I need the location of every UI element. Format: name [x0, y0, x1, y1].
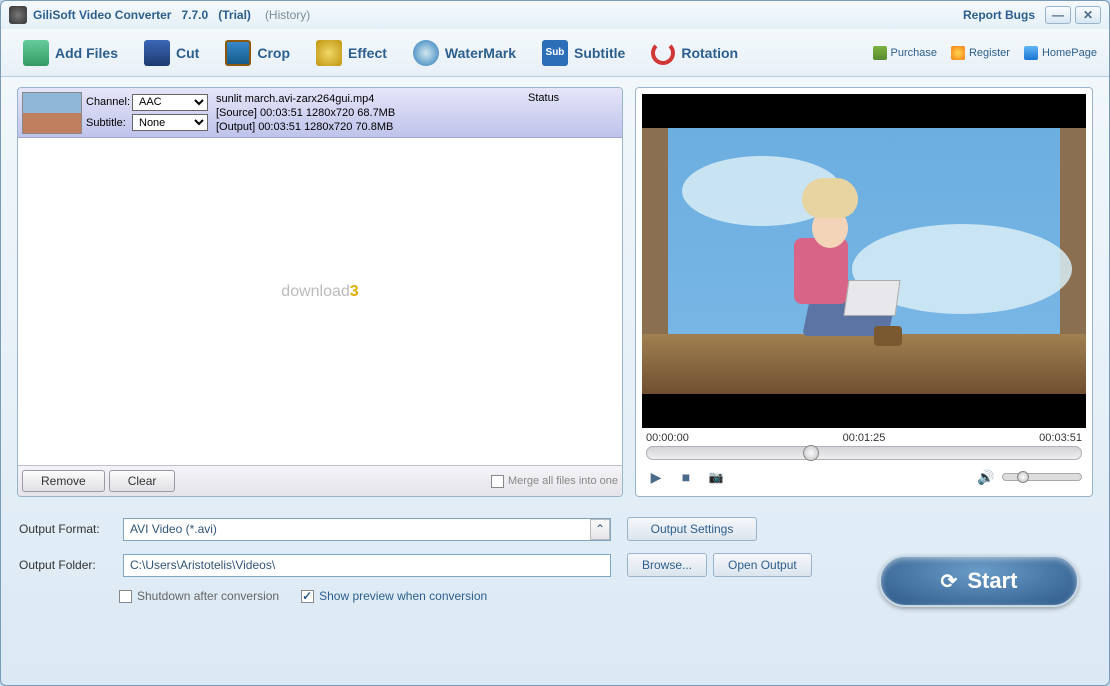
add-files-label: Add Files — [55, 45, 118, 61]
play-button[interactable]: ▶ — [646, 468, 666, 486]
rotation-label: Rotation — [681, 45, 738, 61]
effect-label: Effect — [348, 45, 387, 61]
output-format-value: AVI Video (*.avi) — [130, 522, 217, 536]
refresh-icon: ⟳ — [941, 569, 958, 594]
subtitle-label: Subtitle — [574, 45, 625, 61]
register-label: Register — [969, 47, 1010, 59]
main-area: Channel: AAC Subtitle: None sunlit march… — [1, 77, 1109, 501]
start-button[interactable]: ⟳ Start — [879, 555, 1079, 607]
channel-select[interactable]: AAC — [132, 94, 208, 111]
merge-files-checkbox[interactable]: Merge all files into one — [491, 475, 618, 488]
effect-button[interactable]: Effect — [306, 36, 397, 70]
seek-slider[interactable] — [646, 446, 1082, 460]
file-list-panel: Channel: AAC Subtitle: None sunlit march… — [17, 87, 623, 497]
add-files-button[interactable]: Add Files — [13, 36, 128, 70]
show-preview-checkbox[interactable]: Show preview when conversion — [301, 589, 487, 603]
window-controls: — ✕ — [1045, 6, 1101, 24]
subtitle-button[interactable]: Sub Subtitle — [532, 36, 635, 70]
purchase-label: Purchase — [891, 47, 937, 59]
remove-button[interactable]: Remove — [22, 470, 105, 492]
subtitle-label: Subtitle: — [86, 117, 130, 129]
app-title-text: GiliSoft Video Converter — [33, 8, 171, 22]
app-title: GiliSoft Video Converter 7.7.0 (Trial) (… — [33, 8, 310, 22]
player-controls: ▶ ■ 📷 🔊 — [642, 466, 1086, 490]
rotation-icon — [651, 41, 675, 65]
time-current: 00:01:25 — [843, 432, 886, 444]
crop-button[interactable]: Crop — [215, 36, 300, 70]
watermark-icon — [413, 40, 439, 66]
toolbar: Add Files Cut Crop Effect WaterMark Sub … — [1, 29, 1109, 77]
time-start: 00:00:00 — [646, 432, 689, 444]
status-header: Status — [528, 92, 618, 133]
cut-label: Cut — [176, 45, 199, 61]
file-output-info: [Output] 00:03:51 1280x720 70.8MB — [216, 120, 524, 134]
watermark-button[interactable]: WaterMark — [403, 36, 526, 70]
close-button[interactable]: ✕ — [1075, 6, 1101, 24]
home-icon — [1024, 46, 1038, 60]
homepage-label: HomePage — [1042, 47, 1097, 59]
file-options: Channel: AAC Subtitle: None — [82, 92, 212, 133]
add-files-icon — [23, 40, 49, 66]
output-folder-field[interactable]: C:\Users\Aristotelis\Videos\ — [123, 554, 611, 577]
merge-label: Merge all files into one — [508, 475, 618, 487]
rotation-button[interactable]: Rotation — [641, 37, 748, 69]
report-bugs-link[interactable]: Report Bugs — [963, 8, 1035, 22]
start-label: Start — [967, 568, 1017, 594]
volume-knob[interactable] — [1017, 471, 1029, 483]
crop-icon — [225, 40, 251, 66]
seek-knob[interactable] — [803, 445, 819, 461]
file-row[interactable]: Channel: AAC Subtitle: None sunlit march… — [18, 88, 622, 138]
app-window: GiliSoft Video Converter 7.7.0 (Trial) (… — [0, 0, 1110, 686]
checkbox-icon — [491, 475, 504, 488]
file-thumbnail — [22, 92, 82, 134]
cut-icon — [144, 40, 170, 66]
crop-label: Crop — [257, 45, 290, 61]
file-source-info: [Source] 00:03:51 1280x720 68.7MB — [216, 106, 524, 120]
open-output-button[interactable]: Open Output — [713, 553, 812, 577]
time-end: 00:03:51 — [1039, 432, 1082, 444]
file-name: sunlit march.avi-zarx264gui.mp4 — [216, 92, 524, 106]
subtitle-select[interactable]: None — [132, 114, 208, 131]
effect-icon — [316, 40, 342, 66]
video-preview[interactable] — [642, 94, 1086, 428]
app-trial: (Trial) — [218, 8, 251, 22]
toolbar-links: Purchase Register HomePage — [873, 46, 1098, 60]
app-icon — [9, 6, 27, 24]
file-info: sunlit march.avi-zarx264gui.mp4 [Source]… — [212, 92, 528, 133]
app-version: 7.7.0 — [182, 8, 209, 22]
output-folder-label: Output Folder: — [19, 558, 115, 572]
purchase-link[interactable]: Purchase — [873, 46, 937, 60]
output-folder-value: C:\Users\Aristotelis\Videos\ — [130, 558, 275, 572]
homepage-link[interactable]: HomePage — [1024, 46, 1097, 60]
output-settings-button[interactable]: Output Settings — [627, 517, 757, 541]
channel-label: Channel: — [86, 96, 130, 108]
output-format-dropdown[interactable]: AVI Video (*.avi) ⌃ — [123, 518, 611, 541]
browse-button[interactable]: Browse... — [627, 553, 707, 577]
snapshot-button[interactable]: 📷 — [706, 468, 726, 486]
chevron-up-icon: ⌃ — [590, 519, 610, 540]
volume-icon[interactable]: 🔊 — [976, 468, 996, 486]
file-panel-footer: Remove Clear Merge all files into one — [18, 465, 622, 496]
register-link[interactable]: Register — [951, 46, 1010, 60]
download3-watermark: download3 — [281, 283, 358, 301]
clear-button[interactable]: Clear — [109, 470, 176, 492]
watermark-label: WaterMark — [445, 45, 516, 61]
output-format-label: Output Format: — [19, 522, 115, 536]
purchase-icon — [873, 46, 887, 60]
cut-button[interactable]: Cut — [134, 36, 209, 70]
show-preview-label: Show preview when conversion — [319, 589, 487, 603]
stop-button[interactable]: ■ — [676, 468, 696, 486]
shutdown-checkbox[interactable]: Shutdown after conversion — [119, 589, 279, 603]
register-icon — [951, 46, 965, 60]
checkbox-icon — [119, 590, 132, 603]
checkbox-checked-icon — [301, 590, 314, 603]
history-link[interactable]: (History) — [265, 8, 310, 22]
shutdown-label: Shutdown after conversion — [137, 589, 279, 603]
time-row: 00:00:00 00:01:25 00:03:51 — [642, 428, 1086, 446]
preview-panel: 00:00:00 00:01:25 00:03:51 ▶ ■ 📷 🔊 — [635, 87, 1093, 497]
titlebar: GiliSoft Video Converter 7.7.0 (Trial) (… — [1, 1, 1109, 29]
volume-slider[interactable] — [1002, 473, 1082, 481]
minimize-button[interactable]: — — [1045, 6, 1071, 24]
subtitle-icon: Sub — [542, 40, 568, 66]
